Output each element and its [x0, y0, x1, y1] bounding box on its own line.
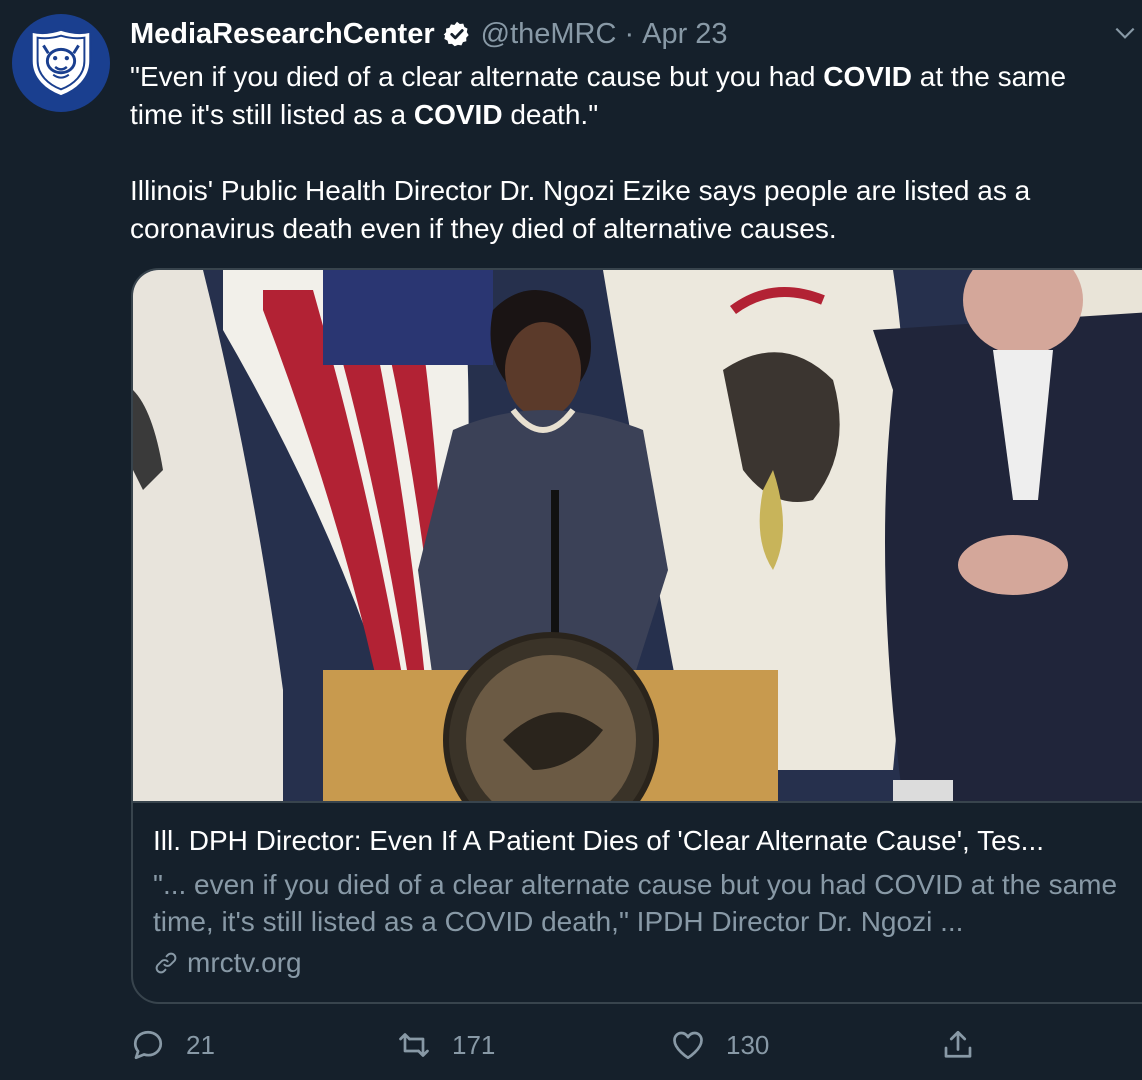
card-body: Ill. DPH Director: Even If A Patient Die…: [153, 822, 1142, 982]
author-handle[interactable]: @theMRC: [481, 18, 617, 51]
verified-badge-icon: [443, 21, 469, 47]
chevron-down-icon[interactable]: [1112, 20, 1138, 46]
share-button[interactable]: [940, 1022, 996, 1068]
retweet-button[interactable]: 171: [396, 1022, 495, 1068]
card-title: Ill. DPH Director: Even If A Patient Die…: [153, 825, 1045, 856]
bulldog-shield-logo: [30, 28, 92, 98]
card-domain-text: mrctv.org: [187, 947, 302, 978]
heart-icon: [673, 1031, 703, 1060]
card-image: [133, 270, 1142, 803]
tweet-date[interactable]: Apr 23: [642, 18, 727, 51]
share-icon: [944, 1030, 972, 1058]
separator-dot: ·: [624, 17, 635, 50]
retweet-count: 171: [452, 1029, 496, 1060]
action-bar: 21 171 130: [130, 1022, 1000, 1068]
reply-button[interactable]: 21: [130, 1022, 215, 1068]
tweet: MediaResearchCenter @theMRC · Apr 23 "Ev…: [0, 0, 1142, 1080]
reply-count: 21: [186, 1029, 215, 1060]
link-icon: [155, 952, 177, 974]
tweet-quote: "Even if you died of a clear alternate c…: [130, 61, 1067, 130]
tweet-text: "Even if you died of a clear alternate c…: [130, 58, 1120, 248]
retweet-icon: [399, 1033, 429, 1057]
tweet-paragraph: Illinois' Public Health Director Dr. Ngo…: [130, 175, 1031, 244]
reply-icon: [133, 1030, 163, 1060]
tweet-header: MediaResearchCenter @theMRC · Apr 23: [130, 14, 1102, 54]
avatar[interactable]: [12, 14, 110, 112]
link-card[interactable]: Ill. DPH Director: Even If A Patient Die…: [131, 268, 1142, 1004]
like-button[interactable]: 130: [670, 1022, 769, 1068]
like-count: 130: [726, 1029, 770, 1060]
card-description: "... even if you died of a clear alterna…: [153, 869, 1118, 937]
card-domain: mrctv.org: [153, 944, 1142, 982]
author-name[interactable]: MediaResearchCenter: [130, 18, 435, 51]
